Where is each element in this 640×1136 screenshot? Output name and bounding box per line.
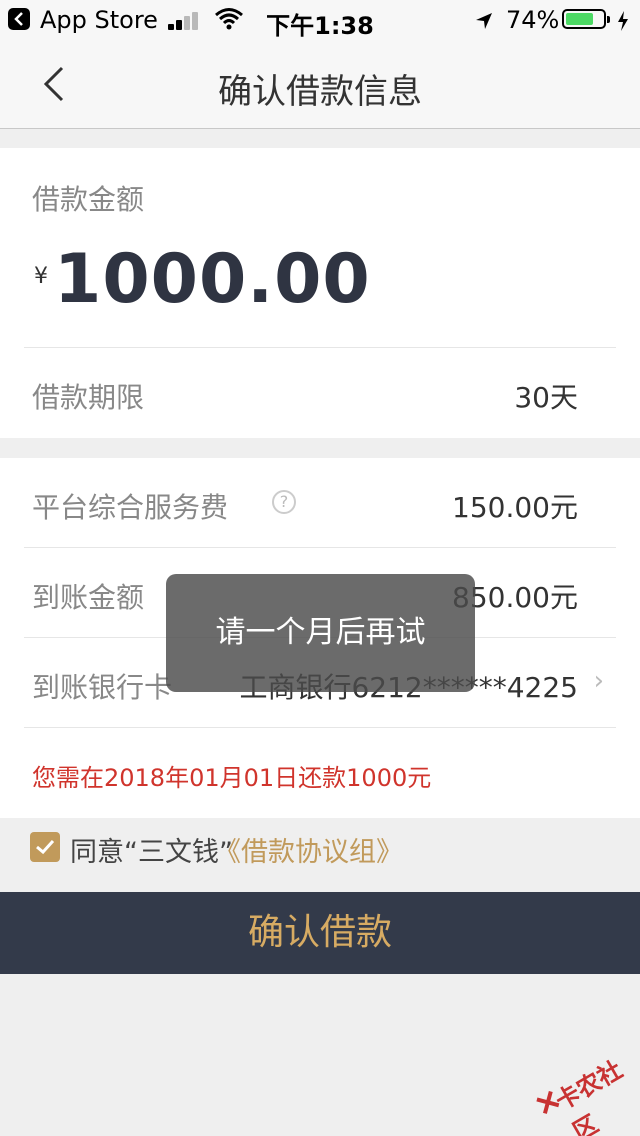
divider	[24, 347, 616, 348]
question-circle-icon[interactable]: ?	[272, 490, 296, 514]
battery-icon	[562, 9, 610, 29]
bank-card-label: 到账银行卡	[32, 671, 173, 704]
repayment-notice: 您需在2018年01月01日还款1000元	[32, 764, 432, 792]
chevron-right-icon: ›	[593, 666, 604, 696]
service-fee-value: 150.00元	[452, 491, 578, 524]
agreement-text: 同意“三文钱”	[70, 837, 233, 868]
agreement-row: 同意“三文钱” 《借款协议组》	[0, 818, 640, 890]
toast-message: 请一个月后再试	[166, 574, 475, 692]
battery-level-fill	[566, 13, 593, 25]
confirm-loan-button[interactable]: 确认借款	[0, 892, 640, 974]
currency-symbol: ¥	[34, 264, 48, 289]
watermark-text: 卡农社区	[550, 1055, 628, 1136]
agreement-checkbox[interactable]	[30, 832, 60, 862]
divider	[24, 547, 616, 548]
location-arrow-icon	[474, 9, 494, 37]
navigation-bar: 确认借款信息	[0, 40, 640, 129]
status-bar: App Store 下午1:38 74%	[0, 0, 640, 40]
agreement-link[interactable]: 《借款协议组》	[214, 830, 403, 869]
page-title: 确认借款信息	[218, 72, 422, 112]
loan-amount-label: 借款金额	[32, 183, 145, 216]
received-amount-label: 到账金额	[32, 581, 145, 614]
loan-term-value: 30天	[514, 381, 578, 414]
loan-amount-card: 借款金额 ¥ 1000.00 借款期限 30天	[0, 148, 640, 438]
battery-percent: 74%	[506, 6, 560, 34]
loan-amount-value: 1000.00	[54, 240, 371, 319]
charging-bolt-icon	[617, 9, 629, 37]
service-fee-label: 平台综合服务费	[32, 491, 229, 524]
watermark-logo: 卡农社区	[524, 1031, 640, 1136]
divider	[24, 727, 616, 728]
screen: { "status_bar": { "back_app": "App Store…	[0, 0, 640, 1136]
loan-term-label: 借款期限	[32, 381, 145, 414]
battery-nub	[607, 16, 610, 23]
